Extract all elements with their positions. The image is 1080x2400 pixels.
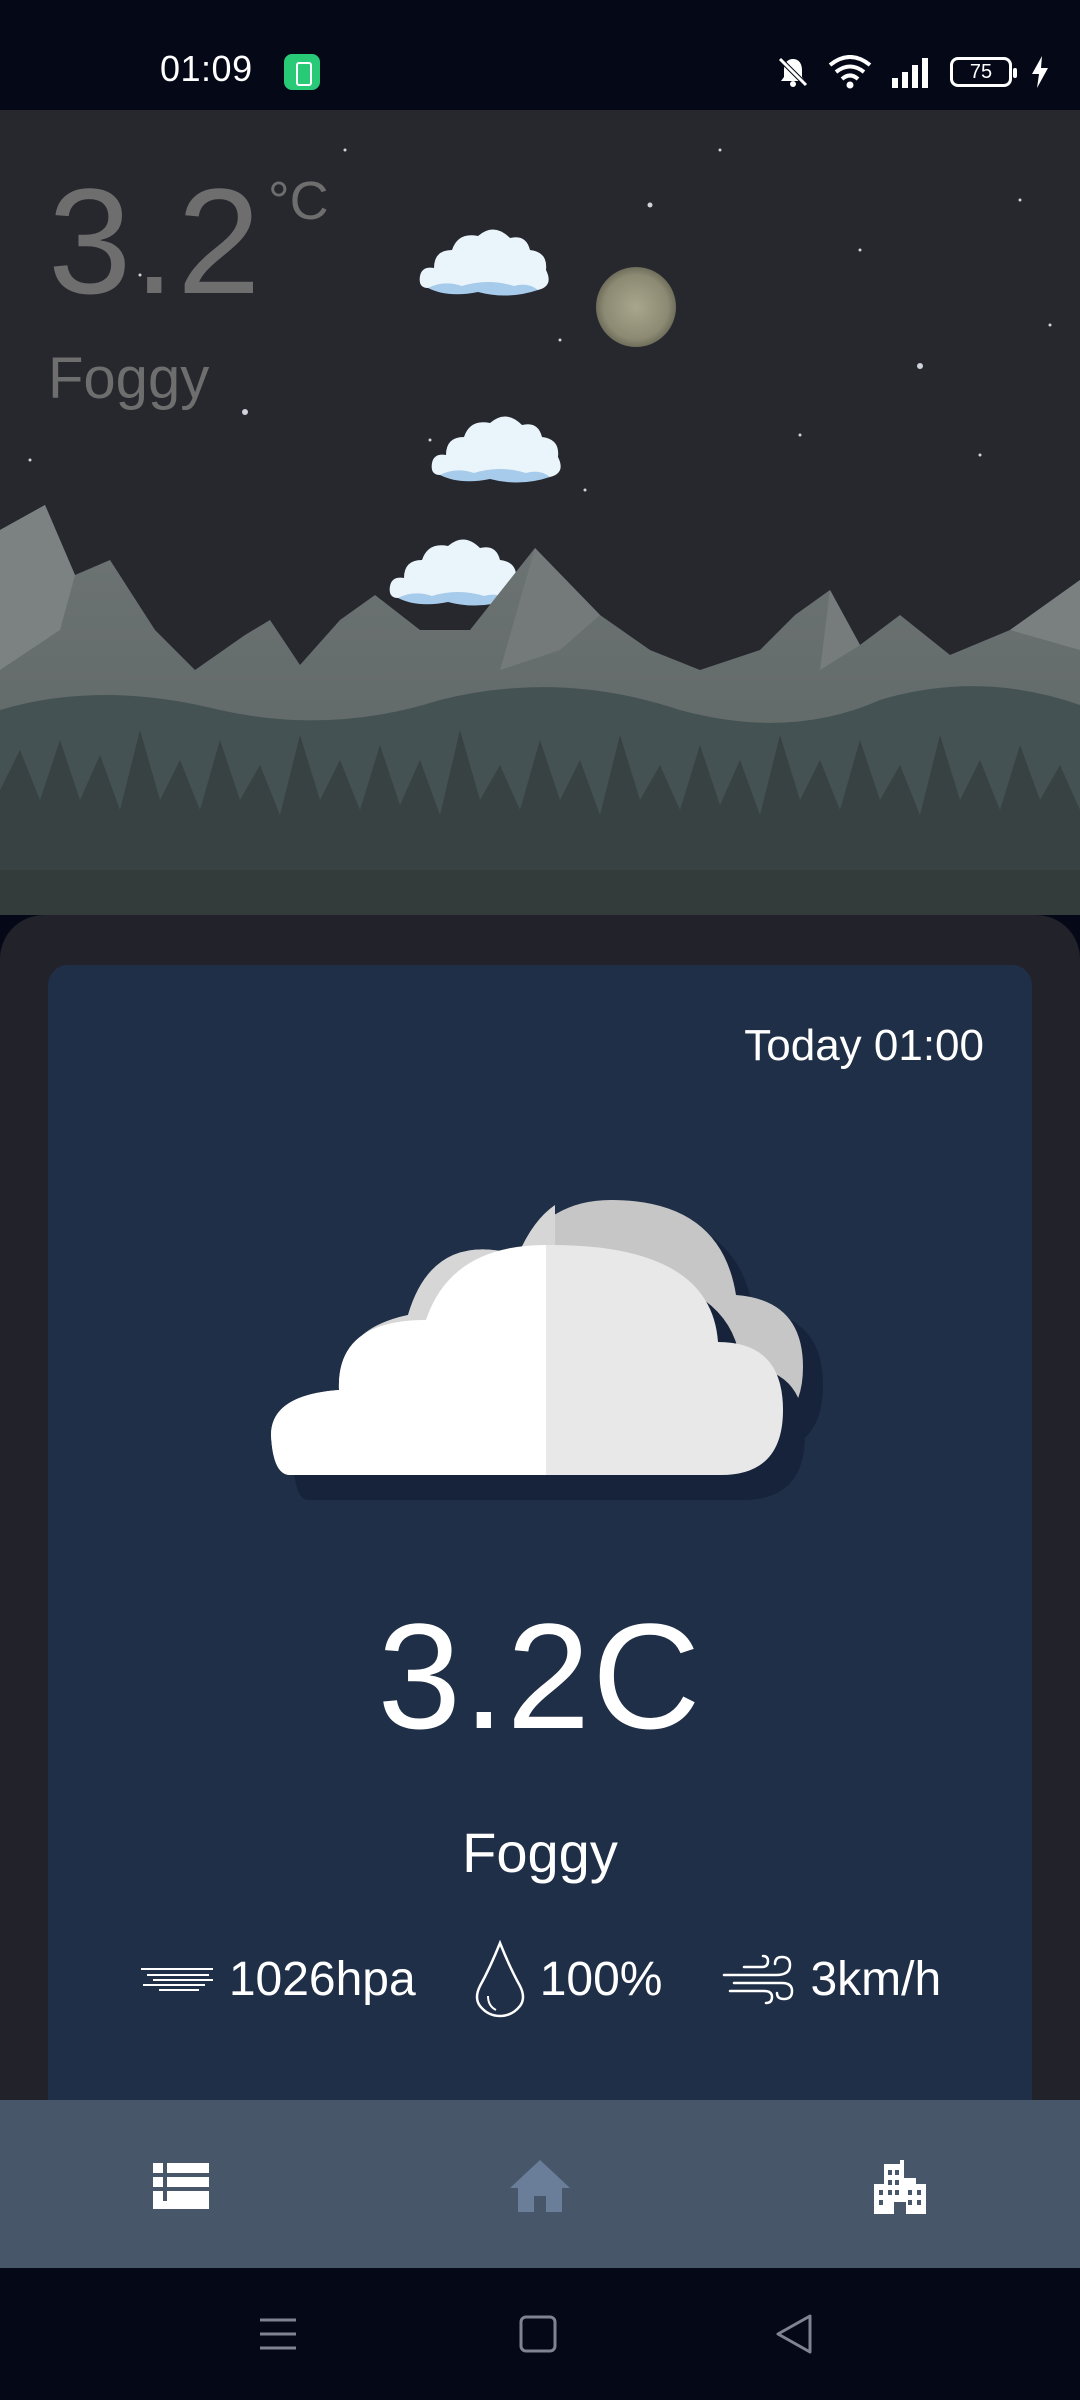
nav-home-button[interactable]: [504, 2150, 576, 2222]
menu-icon[interactable]: [254, 2310, 302, 2358]
status-bar: 01:09 75: [0, 0, 1080, 110]
battery-saver-app-icon: [284, 54, 320, 90]
moon: [596, 267, 676, 347]
current-temperature: 3.2C: [377, 1592, 703, 1760]
small-cloud-2: [431, 416, 561, 483]
battery-icon: 75: [950, 57, 1017, 87]
list-icon: [153, 2163, 209, 2209]
status-icons: 75: [776, 50, 1050, 94]
pressure-metric: 1026hpa: [139, 1952, 416, 2007]
hero-temperature: 3.2: [48, 157, 263, 325]
pressure-icon: [140, 1968, 213, 1991]
current-condition: Foggy: [462, 1821, 618, 1884]
cloudy-icon: [271, 1200, 823, 1500]
weather-card[interactable]: Today 01:00 3.2C Foggy 1026hpa 100% 3km/…: [48, 965, 1032, 2105]
home-icon: [510, 2160, 570, 2212]
wind-icon: [723, 1954, 794, 2005]
pressure-value: 1026hpa: [228, 1952, 416, 2006]
humidity-metric: 100%: [474, 1940, 663, 2018]
status-time: 01:09: [160, 48, 253, 89]
humidity-drop-icon: [475, 1940, 524, 2018]
forecast-panel: Today 01:00 3.2C Foggy 1026hpa 100% 3km/…: [0, 915, 1080, 2105]
hero-scene: 3.2 °C Foggy: [0, 110, 1080, 915]
back-icon[interactable]: [770, 2310, 818, 2358]
home-square-icon[interactable]: [514, 2310, 562, 2358]
nav-city-button[interactable]: [864, 2150, 936, 2222]
city-icon: [874, 2160, 926, 2214]
battery-level: 75: [969, 61, 993, 83]
weather-metrics: 1026hpa 100% 3km/h: [48, 1940, 1032, 2018]
wind-metric: 3km/h: [720, 1952, 941, 2007]
humidity-value: 100%: [539, 1952, 663, 2006]
charging-bolt-icon: [1032, 56, 1048, 88]
small-cloud-1: [419, 229, 549, 296]
bottom-navigation: [0, 2100, 1080, 2268]
forecast-time: Today 01:00: [744, 1021, 984, 1070]
signal-icon: [892, 58, 928, 88]
hero-temperature-unit: °C: [268, 171, 329, 231]
system-navigation-bar: [0, 2268, 1080, 2400]
wind-value: 3km/h: [810, 1952, 942, 2006]
hero-condition: Foggy: [48, 346, 210, 411]
nav-list-button[interactable]: [145, 2150, 217, 2222]
wifi-icon: [828, 55, 872, 89]
silent-bell-icon: [778, 57, 808, 87]
